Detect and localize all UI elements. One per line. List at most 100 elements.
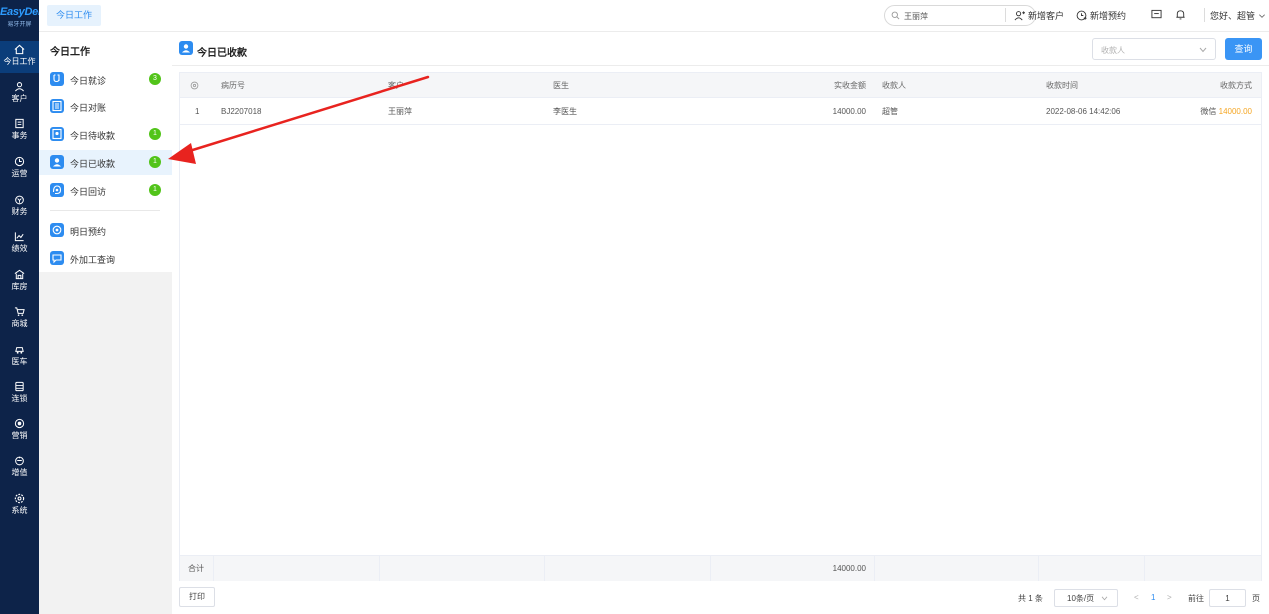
column-header-record-no: 病历号 (221, 80, 245, 90)
nav-item-operation[interactable]: 运营 (0, 153, 39, 185)
next-page-button[interactable]: > (1167, 593, 1172, 602)
settings-icon (14, 493, 25, 504)
sidebar-item-label: 外加工查询 (70, 255, 116, 265)
column-header-amount: 实收金额 (834, 80, 866, 90)
new-appointment-button[interactable]: 新增预约 (1076, 9, 1126, 22)
sidebar-item-label: 今日回访 (70, 187, 107, 197)
nav-label: 商城 (11, 319, 28, 328)
nav-label: 今日工作 (3, 57, 36, 66)
divider (213, 556, 214, 581)
search-icon (891, 11, 900, 20)
nav-item-mall[interactable]: 商城 (0, 303, 39, 335)
column-settings-icon[interactable] (190, 73, 199, 97)
nav-item-finance[interactable]: 财务 (0, 191, 39, 223)
search-input[interactable] (904, 9, 1024, 23)
list-icon (50, 99, 64, 113)
column-header-receiver: 收款人 (882, 80, 906, 90)
total-amount: 14000.00 (832, 564, 866, 573)
nav-item-affairs[interactable]: 事务 (0, 115, 39, 147)
divider (710, 556, 711, 581)
sidebar-item-outsource-query[interactable]: 外加工查询 (39, 246, 172, 271)
count-badge: 3 (149, 73, 161, 85)
query-button[interactable]: 查询 (1225, 38, 1262, 60)
nav-item-marketing[interactable]: 营销 (0, 415, 39, 447)
nav-label: 库房 (11, 282, 28, 291)
today-work-menu: 今日工作 今日就诊 3 今日对账 今日待收款 1 今日已收款 1 今日回访 1 (39, 32, 172, 272)
outsource-icon (50, 251, 64, 265)
method-cell: 微信 14000.00 (1146, 98, 1252, 124)
tab-today-work[interactable]: 今日工作 (47, 5, 102, 26)
nav-label: 客户 (11, 94, 28, 103)
count-badge: 1 (149, 156, 161, 168)
nav-item-medical-car[interactable]: 医车 (0, 341, 39, 373)
divider (1144, 556, 1145, 581)
received-payment-icon (50, 155, 64, 169)
sidebar-item-label: 今日已收款 (70, 159, 116, 169)
page-size-select[interactable]: 10条/页 (1054, 589, 1118, 607)
nav-item-customer[interactable]: 客户 (0, 78, 39, 110)
message-icon[interactable] (1151, 9, 1162, 20)
column-header-customer: 客户 (388, 80, 404, 90)
nav-item-system[interactable]: 系统 (0, 490, 39, 522)
new-customer-label: 新增客户 (1028, 11, 1065, 21)
nav-label: 运营 (11, 169, 28, 178)
column-header-method: 收款方式 (1220, 80, 1252, 90)
payments-table: 病历号 客户 医生 实收金额 收款人 收款时间 收款方式 1 BJ2207018… (179, 72, 1262, 581)
nav-label: 增值 (11, 468, 28, 477)
table-header: 病历号 客户 医生 实收金额 收款人 收款时间 收款方式 (180, 73, 1261, 98)
sidebar-item-label: 今日对账 (70, 103, 107, 113)
today-work-panel: 今日工作 今日就诊 3 今日对账 今日待收款 1 今日已收款 1 今日回访 1 (39, 32, 172, 614)
chart-icon (14, 232, 24, 242)
main-nav: EasyDent 易牙开屏 今日工作 客户 事务 运营 财务 绩效 库房 商城 … (0, 0, 48, 614)
page-size-value: 10条/页 (1067, 593, 1095, 603)
sidebar-item-today-reconcile[interactable]: 今日对账 (39, 94, 172, 119)
divider (379, 556, 380, 581)
prev-page-button[interactable]: < (1134, 593, 1139, 602)
user-menu[interactable]: 您好、超管 (1210, 9, 1269, 22)
divider (1005, 8, 1006, 22)
divider (1204, 8, 1205, 22)
marketing-icon (14, 418, 25, 429)
pagination-total: 共 1 条 (1018, 594, 1043, 603)
greeting-label: 您好、超管 (1210, 11, 1256, 21)
nav-item-today-work[interactable]: 今日工作 (0, 41, 39, 73)
nav-item-value-added[interactable]: 增值 (0, 452, 39, 484)
method-amount: 14000.00 (1218, 106, 1252, 116)
print-button[interactable]: 打印 (179, 587, 215, 607)
goto-label: 前往 (1188, 594, 1204, 603)
nav-item-performance[interactable]: 绩效 (0, 228, 39, 260)
sidebar-item-tomorrow-appointment[interactable]: 明日预约 (39, 218, 172, 243)
divider (50, 210, 160, 211)
time-cell: 2022-08-06 14:42:06 (1046, 106, 1121, 116)
nav-item-chain[interactable]: 连锁 (0, 378, 39, 410)
sidebar-item-today-revisit[interactable]: 今日回访 1 (39, 178, 172, 203)
customer-cell: 王丽萍 (388, 106, 412, 116)
car-icon (15, 347, 24, 354)
sidebar-item-label: 今日待收款 (70, 131, 116, 141)
sidebar-item-today-received-payment[interactable]: 今日已收款 1 (39, 150, 172, 175)
finance-icon (15, 195, 24, 205)
clock-icon (14, 156, 25, 167)
value-icon (15, 456, 24, 466)
panel-title: 今日工作 (50, 47, 90, 58)
chevron-down-icon (1259, 13, 1265, 18)
new-appointment-label: 新增预约 (1090, 11, 1127, 21)
top-bar: 今日工作 新增客户 新增预约 您好、超管 (39, 0, 1269, 32)
new-customer-button[interactable]: 新增客户 (1014, 9, 1064, 22)
column-header-doctor: 医生 (553, 80, 569, 90)
sidebar-item-today-pending-payment[interactable]: 今日待收款 1 (39, 122, 172, 147)
receiver-select[interactable]: 收款人 (1092, 38, 1216, 60)
bell-icon[interactable] (1175, 9, 1186, 20)
task-icon (15, 118, 24, 129)
table-footer-summary: 合计 14000.00 (180, 555, 1261, 581)
chevron-down-icon (1101, 596, 1108, 600)
current-page[interactable]: 1 (1151, 593, 1155, 602)
sidebar-item-today-visits[interactable]: 今日就诊 3 (39, 67, 172, 92)
amount-cell: 14000.00 (832, 106, 866, 116)
sidebar-item-label: 明日预约 (70, 227, 107, 237)
table-row[interactable]: 1 BJ2207018 王丽萍 李医生 14000.00 超管 2022-08-… (180, 98, 1261, 125)
logo: EasyDent 易牙开屏 (0, 6, 48, 28)
nav-item-warehouse[interactable]: 库房 (0, 266, 39, 298)
count-badge: 1 (149, 184, 161, 196)
goto-page-input[interactable]: 1 (1209, 589, 1246, 607)
